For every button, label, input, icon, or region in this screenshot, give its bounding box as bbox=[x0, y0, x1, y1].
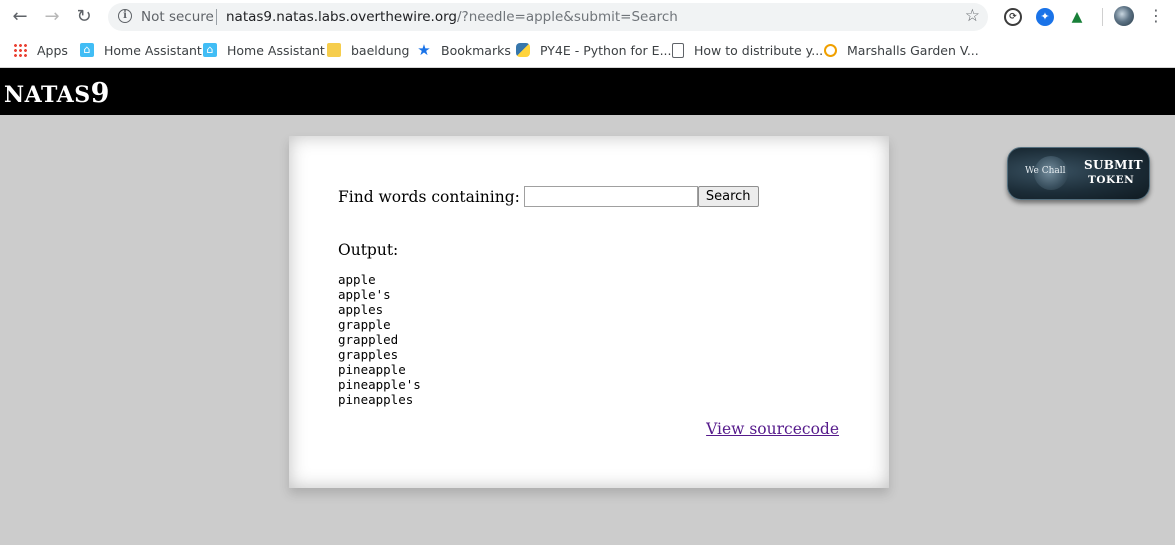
bookmark-label: Apps bbox=[37, 42, 68, 58]
bookmark-py4e[interactable]: PY4E - Python for E... bbox=[516, 41, 672, 59]
content-panel: Find words containing: Search Output: ap… bbox=[289, 136, 889, 488]
garden-icon bbox=[824, 43, 837, 57]
bookmark-home-assistant-1[interactable]: ⌂ Home Assistant bbox=[80, 41, 202, 59]
output-line: grapple bbox=[338, 317, 391, 332]
submit-token-label-line1: SUBMIT bbox=[1084, 158, 1143, 172]
bookmark-label: Marshalls Garden V... bbox=[847, 42, 979, 58]
page-header: NATAS9 bbox=[0, 68, 1175, 115]
bookmark-baeldung[interactable]: baeldung bbox=[327, 41, 409, 59]
document-icon bbox=[672, 42, 684, 58]
python-icon bbox=[516, 43, 530, 57]
bookmark-apps[interactable]: Apps bbox=[13, 41, 68, 59]
output-list: apple apple's apples grapple grappled gr… bbox=[338, 272, 421, 407]
address-bar[interactable]: i Not secure natas9.natas.labs.overthewi… bbox=[108, 3, 988, 31]
output-line: pineapples bbox=[338, 392, 414, 407]
bookmark-label: How to distribute y... bbox=[694, 42, 824, 58]
output-line: grappled bbox=[338, 332, 399, 347]
reload-icon[interactable]: ↻ bbox=[72, 6, 96, 28]
bookmark-label: Home Assistant bbox=[227, 42, 325, 58]
folder-icon bbox=[327, 43, 341, 57]
output-line: apple bbox=[338, 272, 376, 287]
wechall-logo-text: We Chall bbox=[1025, 166, 1066, 176]
toolbar-separator bbox=[1102, 8, 1103, 26]
forward-arrow-icon[interactable]: → bbox=[40, 6, 64, 28]
url-host: natas9.natas.labs.overthewire.org bbox=[226, 9, 457, 25]
output-line: apple's bbox=[338, 287, 391, 302]
page-title: NATAS9 bbox=[4, 78, 110, 109]
search-form: Find words containing: Search bbox=[338, 186, 759, 207]
home-assistant-icon: ⌂ bbox=[203, 43, 217, 57]
submit-token-button[interactable]: We Chall SUBMIT TOKEN bbox=[1007, 147, 1150, 200]
bookmarks-bar: Apps ⌂ Home Assistant ⌂ Home Assistant b… bbox=[0, 36, 1175, 62]
bookmark-label: Home Assistant bbox=[104, 42, 202, 58]
home-assistant-icon: ⌂ bbox=[80, 43, 94, 57]
output-label: Output: bbox=[338, 241, 399, 259]
bookmark-how-to-distribute[interactable]: How to distribute y... bbox=[672, 41, 823, 59]
security-status: Not secure bbox=[141, 9, 214, 25]
submit-token-label-line2: TOKEN bbox=[1088, 174, 1135, 186]
url-query: /?needle=apple&submit=Search bbox=[457, 9, 678, 25]
search-label: Find words containing: bbox=[338, 187, 520, 206]
view-sourcecode-link[interactable]: View sourcecode bbox=[706, 420, 839, 438]
back-arrow-icon[interactable]: ← bbox=[8, 6, 32, 28]
output-line: grapples bbox=[338, 347, 399, 362]
search-button[interactable]: Search bbox=[697, 186, 759, 207]
title-number: 9 bbox=[90, 78, 110, 109]
bookmark-label: Bookmarks bbox=[441, 42, 511, 58]
bookmark-label: baeldung bbox=[351, 42, 410, 58]
output-line: apples bbox=[338, 302, 384, 317]
search-input[interactable] bbox=[523, 186, 698, 207]
bookmark-marshalls-garden[interactable]: Marshalls Garden V... bbox=[824, 41, 979, 59]
kebab-menu-icon[interactable]: ⋮ bbox=[1148, 6, 1164, 26]
star-icon: ★ bbox=[417, 41, 431, 59]
output-line: pineapple bbox=[338, 362, 406, 377]
bookmark-star-icon[interactable]: ☆ bbox=[965, 6, 980, 26]
browser-toolbar: ← → ↻ i Not secure natas9.natas.labs.ove… bbox=[0, 0, 1175, 68]
profile-avatar[interactable] bbox=[1114, 6, 1134, 26]
title-prefix: NATAS bbox=[4, 82, 91, 108]
url-divider bbox=[216, 9, 217, 25]
apps-grid-icon bbox=[13, 43, 27, 57]
extension-sync-icon[interactable]: ⟳ bbox=[1004, 8, 1022, 26]
extension-blue-icon[interactable]: ✦ bbox=[1036, 8, 1054, 26]
url-text[interactable]: natas9.natas.labs.overthewire.org/?needl… bbox=[226, 9, 678, 25]
bookmark-bookmarks[interactable]: ★ Bookmarks bbox=[417, 41, 511, 59]
extension-green-icon[interactable]: ▲ bbox=[1068, 8, 1086, 26]
info-icon[interactable]: i bbox=[118, 9, 132, 23]
output-line: pineapple's bbox=[338, 377, 421, 392]
bookmark-home-assistant-2[interactable]: ⌂ Home Assistant bbox=[203, 41, 325, 59]
bookmark-label: PY4E - Python for E... bbox=[540, 42, 672, 58]
